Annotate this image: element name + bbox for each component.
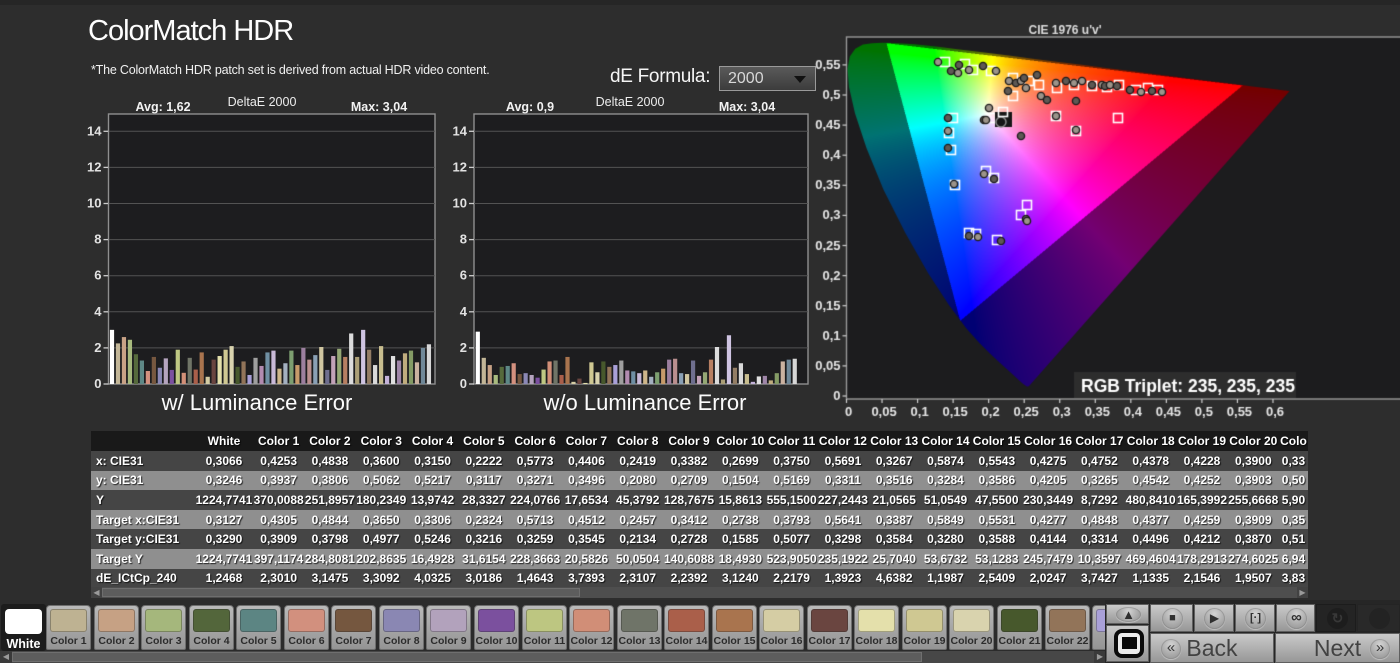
svg-text:Max: 3,04: Max: 3,04: [719, 100, 775, 114]
svg-text:0: 0: [94, 376, 101, 391]
svg-text:6: 6: [460, 268, 467, 283]
svg-text:12: 12: [453, 159, 467, 174]
svg-text:2: 2: [460, 340, 467, 355]
svg-text:4: 4: [94, 304, 102, 319]
svg-text:DeltaE 2000: DeltaE 2000: [228, 95, 297, 109]
svg-text:Avg: 0,9: Avg: 0,9: [506, 100, 554, 114]
svg-text:10: 10: [453, 196, 467, 211]
svg-text:8: 8: [460, 232, 467, 247]
svg-text:14: 14: [87, 123, 102, 138]
svg-text:Max: 3,04: Max: 3,04: [351, 100, 407, 114]
svg-text:6: 6: [94, 268, 101, 283]
svg-text:8: 8: [94, 232, 101, 247]
svg-text:0: 0: [460, 376, 467, 391]
svg-text:2: 2: [94, 340, 101, 355]
svg-text:w/o Luminance Error: w/o Luminance Error: [543, 390, 747, 415]
svg-text:DeltaE 2000: DeltaE 2000: [596, 95, 665, 109]
svg-text:14: 14: [453, 123, 468, 138]
svg-text:4: 4: [460, 304, 468, 319]
svg-text:10: 10: [87, 196, 101, 211]
svg-text:Avg: 1,62: Avg: 1,62: [135, 100, 190, 114]
svg-text:w/ Luminance Error: w/ Luminance Error: [161, 390, 353, 415]
svg-text:12: 12: [87, 159, 101, 174]
